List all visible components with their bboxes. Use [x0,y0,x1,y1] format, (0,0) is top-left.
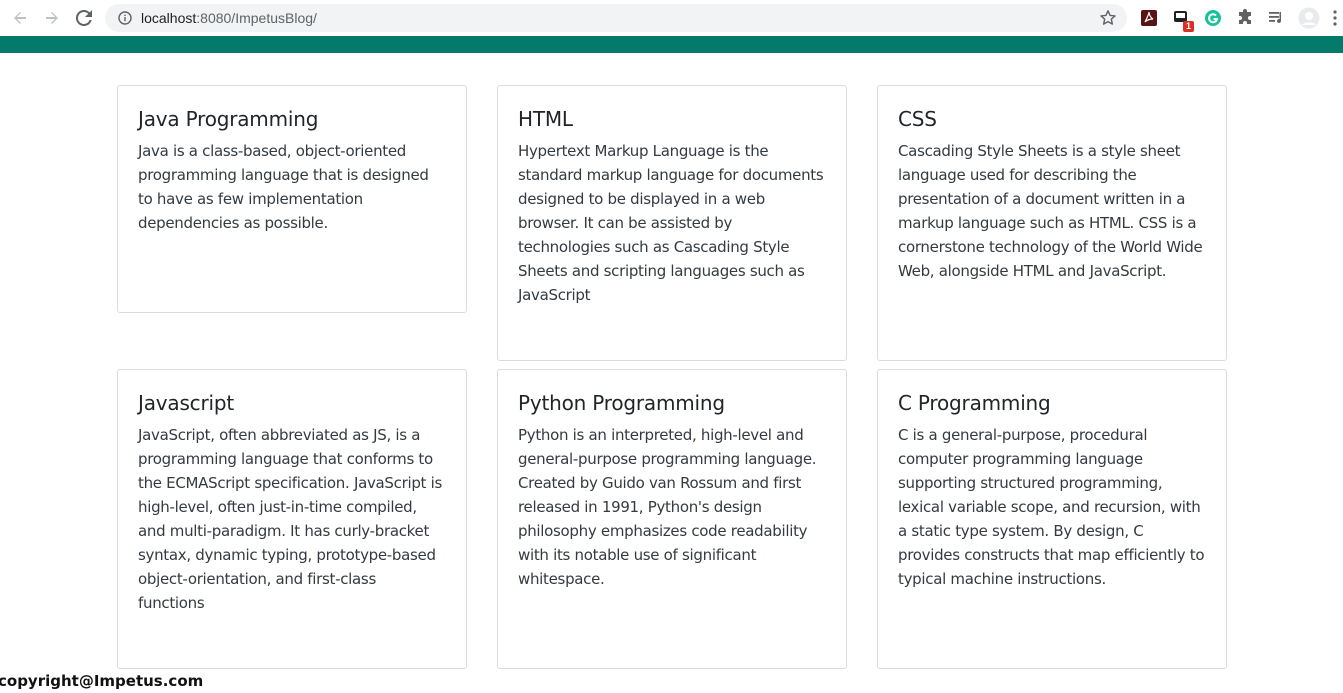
bookmark-star-icon[interactable] [1099,9,1117,27]
extensions-puzzle-icon[interactable] [1234,7,1256,29]
extension-toolbar: 1 [1138,6,1343,32]
url-path: :8080/ImpetusBlog/ [196,10,317,26]
url-text[interactable]: localhost:8080/ImpetusBlog/ [141,10,317,26]
url-host: localhost [141,10,197,26]
grammarly-icon[interactable] [1202,7,1224,29]
info-icon[interactable] [117,10,133,26]
card-html: HTML Hypertext Markup Language is the st… [497,85,847,361]
card-python: Python Programming Python is an interpre… [497,369,847,669]
card-css: CSS Cascading Style Sheets is a style sh… [877,85,1227,361]
card-text: Cascading Style Sheets is a style sheet … [898,142,1203,280]
card-title: HTML [518,107,573,131]
site-header-bar [0,36,1343,53]
media-playlist-icon[interactable] [1266,7,1288,29]
back-arrow-icon[interactable] [8,6,32,30]
profile-avatar-icon[interactable] [1298,7,1320,29]
card-title: Python Programming [518,391,725,415]
card-text: Python is an interpreted, high-level and… [518,426,817,588]
badge-extension-icon[interactable]: 1 [1170,7,1194,32]
footer-copyright: copyright@Impetus.com [0,672,204,690]
pdf-extension-icon[interactable] [1138,7,1160,29]
extension-badge: 1 [1182,21,1194,32]
card-text: Hypertext Markup Language is the standar… [518,142,824,304]
card-java: Java Programming Java is a class-based, … [117,85,467,313]
card-c: C Programming C is a general-purpose, pr… [877,369,1227,669]
reload-icon[interactable] [72,6,96,30]
card-javascript: Javascript JavaScript, often abbreviated… [117,369,467,669]
card-text: JavaScript, often abbreviated as JS, is … [138,426,442,612]
card-title: CSS [898,107,937,131]
card-title: Java Programming [138,107,319,131]
card-text: Java is a class-based, object-oriented p… [138,142,429,232]
address-bar[interactable]: localhost:8080/ImpetusBlog/ [105,4,1127,32]
card-title: C Programming [898,391,1051,415]
browser-toolbar: localhost:8080/ImpetusBlog/ 1 [0,0,1343,36]
card-title: Javascript [138,391,234,415]
forward-arrow-icon[interactable] [40,6,64,30]
card-text: C is a general-purpose, procedural compu… [898,426,1205,588]
browser-menu-icon[interactable] [1330,7,1340,29]
